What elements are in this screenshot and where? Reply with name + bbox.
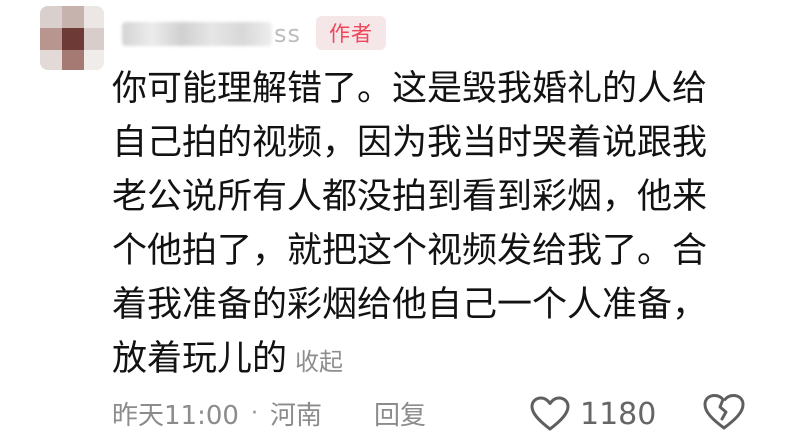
comment-item: ss 作者 你可能理解错了。这是毁我婚礼的人给 自己拍的视频，因为我当时哭着说跟… [0,0,800,442]
author-badge: 作者 [316,16,386,50]
comment-line: 自己拍的视频，因为我当时哭着说跟我 [112,123,708,163]
broken-heart-icon [703,393,745,435]
username-redacted [122,22,272,46]
comment-meta: 昨天11:00 · 河南 回复 [112,390,426,436]
like-count: 1180 [580,396,657,432]
avatar[interactable] [40,6,104,70]
heart-outline-icon [530,396,570,432]
username-suffix: ss [274,20,302,48]
comment-line: 老公说所有人都没拍到看到彩烟，他来 [112,177,708,217]
comment-body: 你可能理解错了。这是毁我婚礼的人给 自己拍的视频，因为我当时哭着说跟我 老公说所… [112,62,762,386]
comment-time: 昨天11:00 [112,400,239,431]
username[interactable]: ss [122,19,301,49]
comment-line: 个他拍了，就把这个视频发给我了。合 [112,231,708,271]
reply-button[interactable]: 回复 [374,395,426,432]
collapse-link[interactable]: 收起 [295,348,343,376]
comment-location: 河南 [269,400,322,431]
comment-line: 放着玩儿的 [112,339,288,379]
like-button[interactable]: 1180 [530,392,656,436]
meta-separator: · [250,400,258,426]
comment-line: 着我准备的彩烟给他自己一个人准备， [112,285,708,325]
comment-line: 你可能理解错了。这是毁我婚礼的人给 [112,69,708,109]
comment-last-line: 放着玩儿的 收起 [112,332,762,386]
dislike-button[interactable] [703,392,745,436]
